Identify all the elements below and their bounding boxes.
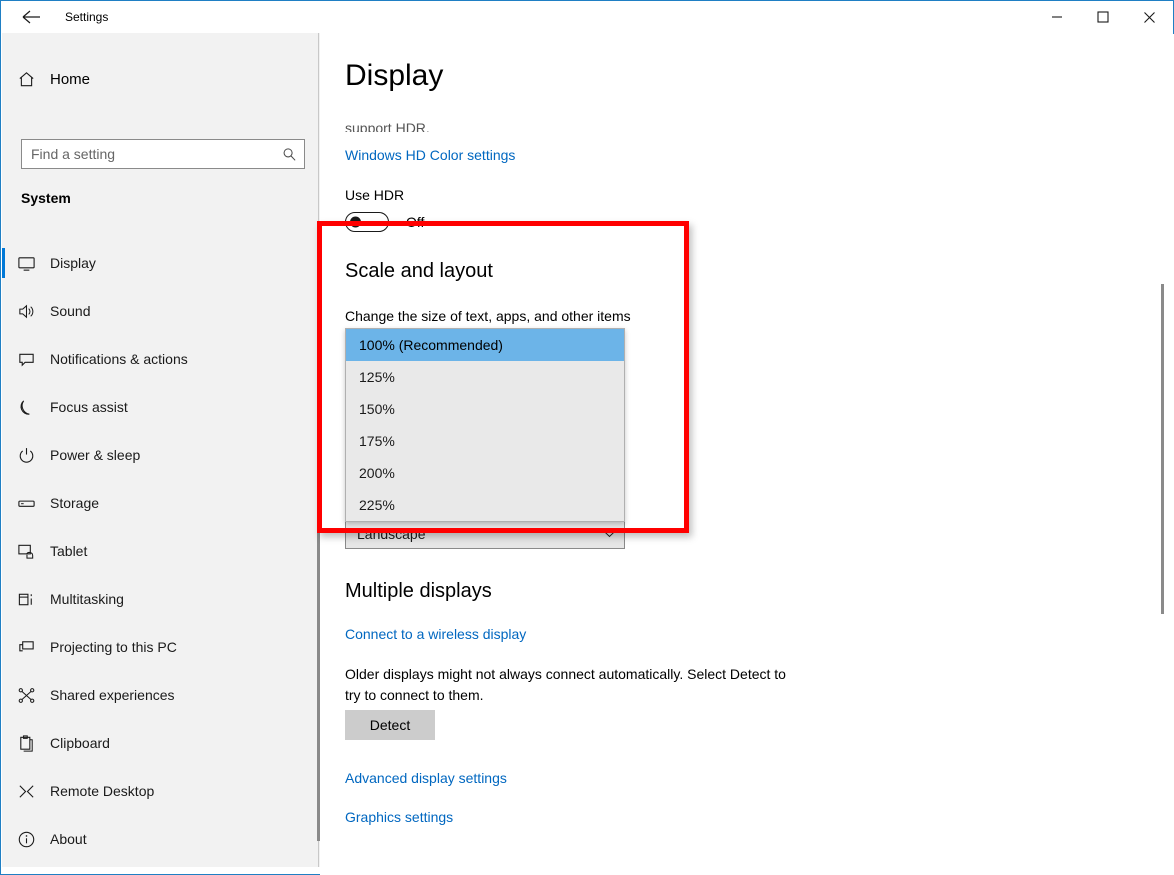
use-hdr-label: Use HDR (345, 187, 405, 203)
sidebar-nav-list: Display Sound Notifications & actions Fo… (2, 239, 320, 863)
sidebar-item-notifications-label: Notifications & actions (50, 351, 188, 367)
sidebar-item-shared-experiences-label: Shared experiences (50, 687, 175, 703)
close-button[interactable] (1126, 1, 1172, 33)
graphics-settings-link[interactable]: Graphics settings (345, 809, 453, 825)
minimize-button[interactable] (1034, 1, 1080, 33)
multiple-displays-heading: Multiple displays (345, 580, 492, 602)
back-arrow-icon (22, 10, 40, 24)
scale-option-125[interactable]: 125% (346, 361, 624, 393)
sidebar-item-about[interactable]: About (2, 815, 320, 863)
page-title: Display (345, 59, 454, 93)
sidebar-item-power-sleep[interactable]: Power & sleep (2, 431, 320, 479)
chevron-down-icon (604, 525, 615, 543)
sidebar-item-home-label: Home (50, 70, 91, 88)
sidebar-item-remote-desktop-label: Remote Desktop (50, 783, 155, 799)
sidebar-item-focus-assist[interactable]: Focus assist (2, 383, 320, 431)
speaker-icon (2, 302, 50, 321)
advanced-display-settings-link[interactable]: Advanced display settings (345, 770, 507, 786)
sidebar-item-clipboard[interactable]: Clipboard (2, 719, 320, 767)
sidebar-item-projecting[interactable]: Projecting to this PC (2, 623, 320, 671)
search-box[interactable] (21, 139, 305, 169)
sidebar-item-power-sleep-label: Power & sleep (50, 447, 141, 463)
scale-option-175[interactable]: 175% (346, 425, 624, 457)
orientation-combobox[interactable]: Landscape (345, 518, 625, 549)
scale-dropdown-list[interactable]: 100% (Recommended) 125% 150% 175% 200% 2… (345, 328, 625, 522)
sidebar: Home System Display (2, 33, 320, 867)
toggle-knob (350, 216, 361, 228)
projecting-icon (2, 638, 50, 657)
sidebar-item-projecting-label: Projecting to this PC (50, 639, 177, 655)
maximize-button[interactable] (1080, 1, 1126, 33)
tablet-icon (2, 542, 50, 561)
notification-icon (2, 350, 50, 369)
power-icon (2, 446, 50, 465)
info-icon (2, 830, 50, 849)
connect-wireless-display-link[interactable]: Connect to a wireless display (345, 626, 526, 642)
scale-option-225[interactable]: 225% (346, 489, 624, 521)
clipped-hdr-text: support HDR. (345, 120, 430, 132)
sidebar-item-display[interactable]: Display (2, 239, 320, 287)
sidebar-group-title: System (21, 190, 71, 206)
sidebar-item-sound[interactable]: Sound (2, 287, 320, 335)
minimize-icon (1052, 16, 1062, 18)
home-icon (2, 70, 50, 89)
storage-icon (2, 494, 50, 513)
orientation-value: Landscape (357, 525, 426, 542)
share-icon (2, 686, 50, 705)
search-icon[interactable] (274, 140, 304, 168)
settings-window: Settings Home Find a setting System Disp… (0, 0, 1174, 875)
maximize-icon (1097, 11, 1109, 23)
detect-button[interactable]: Detect (345, 710, 435, 740)
main-content: support HDR. Display Windows HD Color se… (320, 34, 1174, 875)
scale-and-layout-subtitle: Change the size of text, apps, and other… (345, 308, 631, 324)
use-hdr-toggle-state: Off (406, 214, 425, 230)
windows-hd-color-settings-link[interactable]: Windows HD Color settings (345, 147, 515, 163)
clipboard-icon (2, 734, 50, 753)
scale-option-150[interactable]: 150% (346, 393, 624, 425)
sidebar-item-multitasking-label: Multitasking (50, 591, 124, 607)
sidebar-item-notifications[interactable]: Notifications & actions (2, 335, 320, 383)
multiple-displays-description: Older displays might not always connect … (345, 666, 786, 703)
sidebar-item-about-label: About (50, 831, 87, 847)
sidebar-item-tablet-label: Tablet (50, 543, 88, 559)
scale-and-layout-heading: Scale and layout (345, 260, 493, 282)
monitor-icon (2, 254, 50, 273)
app-title: Settings (65, 10, 109, 24)
scale-option-100[interactable]: 100% (Recommended) (346, 329, 624, 361)
sidebar-item-display-label: Display (50, 255, 96, 271)
use-hdr-toggle[interactable] (345, 212, 389, 232)
sidebar-item-tablet[interactable]: Tablet (2, 527, 320, 575)
sidebar-item-focus-assist-label: Focus assist (50, 399, 128, 415)
sidebar-item-sound-label: Sound (50, 303, 91, 319)
title-bar: Settings (1, 1, 1173, 33)
sidebar-item-home[interactable]: Home (2, 59, 320, 99)
search-input[interactable] (22, 146, 274, 162)
sidebar-item-storage[interactable]: Storage (2, 479, 320, 527)
main-scrollbar-thumb[interactable] (1161, 284, 1164, 614)
use-hdr-toggle-row: Off (345, 212, 424, 232)
remote-desktop-icon (2, 782, 50, 801)
close-icon (1143, 11, 1155, 23)
scale-option-200[interactable]: 200% (346, 457, 624, 489)
sidebar-item-multitasking[interactable]: Multitasking (2, 575, 320, 623)
back-button[interactable] (9, 1, 53, 33)
sidebar-item-storage-label: Storage (50, 495, 100, 511)
sidebar-item-remote-desktop[interactable]: Remote Desktop (2, 767, 320, 815)
multitasking-icon (2, 590, 50, 609)
sidebar-item-shared-experiences[interactable]: Shared experiences (2, 671, 320, 719)
moon-icon (2, 398, 50, 417)
sidebar-item-clipboard-label: Clipboard (50, 735, 110, 751)
